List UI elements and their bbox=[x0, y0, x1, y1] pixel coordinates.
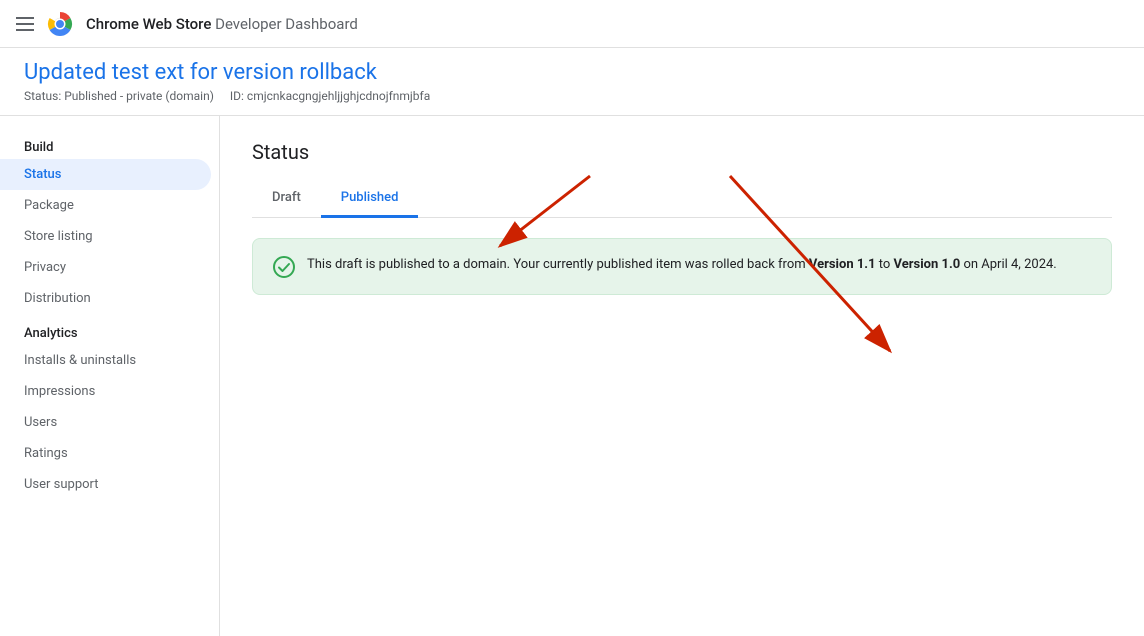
sidebar-analytics-label: Analytics bbox=[0, 314, 219, 345]
subheader-meta: Status: Published - private (domain) ID:… bbox=[24, 89, 1120, 103]
alert-message: This draft is published to a domain. You… bbox=[307, 255, 1057, 275]
alert-text-post: on April 4, 2024. bbox=[960, 257, 1057, 272]
topbar: Chrome Web Store Developer Dashboard bbox=[0, 0, 1144, 48]
sidebar-item-package[interactable]: Package bbox=[0, 190, 211, 221]
main-section-title: Status bbox=[252, 140, 1112, 164]
main-content: Status Draft Published This draft is pub… bbox=[220, 116, 1144, 636]
alert-version-from: Version 1.1 bbox=[809, 257, 876, 272]
sidebar-item-distribution[interactable]: Distribution bbox=[0, 283, 211, 314]
alert-text-pre: This draft is published to a domain. You… bbox=[307, 257, 809, 272]
sidebar-item-user-support[interactable]: User support bbox=[0, 469, 211, 500]
chrome-logo bbox=[46, 10, 74, 38]
status-badge: Status: Published - private (domain) bbox=[24, 89, 214, 103]
alert-version-to: Version 1.0 bbox=[894, 257, 961, 272]
sidebar: Build Status Package Store listing Priva… bbox=[0, 116, 220, 636]
tab-bar: Draft Published bbox=[252, 180, 1112, 218]
sidebar-item-store-listing[interactable]: Store listing bbox=[0, 221, 211, 252]
sidebar-item-installs[interactable]: Installs & uninstalls bbox=[0, 345, 211, 376]
sidebar-build-label: Build bbox=[0, 132, 219, 159]
tab-draft[interactable]: Draft bbox=[252, 180, 321, 218]
check-circle-icon bbox=[273, 256, 295, 278]
extension-id: ID: cmjcnkacgngjehljjghjcdnojfnmjbfa bbox=[230, 89, 430, 103]
tab-published[interactable]: Published bbox=[321, 180, 419, 218]
layout: Build Status Package Store listing Priva… bbox=[0, 116, 1144, 636]
topbar-title: Chrome Web Store Developer Dashboard bbox=[86, 15, 358, 33]
sidebar-item-ratings[interactable]: Ratings bbox=[0, 438, 211, 469]
page-title: Updated test ext for version rollback bbox=[24, 60, 1120, 85]
subheader: Updated test ext for version rollback St… bbox=[0, 48, 1144, 116]
sidebar-item-users[interactable]: Users bbox=[0, 407, 211, 438]
status-alert: This draft is published to a domain. You… bbox=[252, 238, 1112, 295]
alert-text-mid: to bbox=[876, 257, 894, 272]
menu-icon[interactable] bbox=[16, 17, 34, 31]
sidebar-item-privacy[interactable]: Privacy bbox=[0, 252, 211, 283]
sidebar-item-impressions[interactable]: Impressions bbox=[0, 376, 211, 407]
sidebar-item-status[interactable]: Status bbox=[0, 159, 211, 190]
